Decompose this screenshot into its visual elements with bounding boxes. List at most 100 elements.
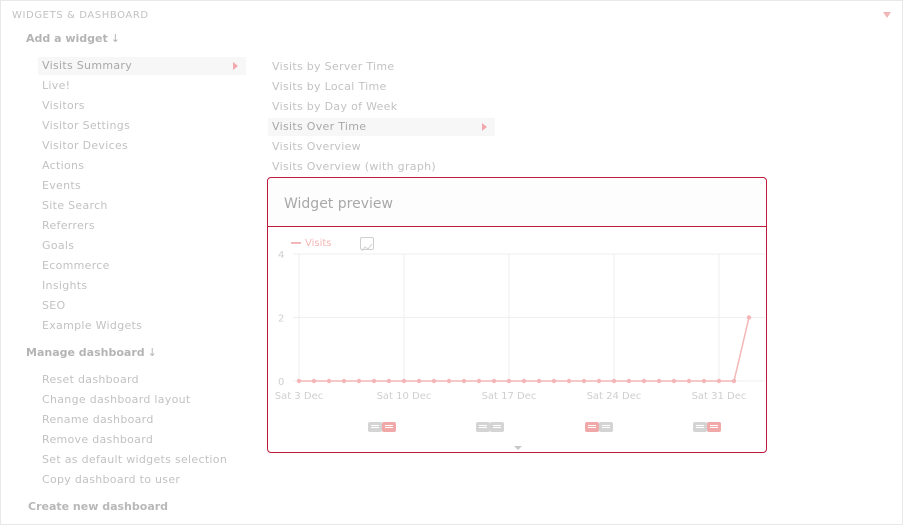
data-point bbox=[611, 378, 617, 384]
annotation-bubble-icon bbox=[585, 422, 599, 432]
bubble-lines bbox=[493, 425, 501, 426]
data-point bbox=[536, 378, 542, 384]
annotation-bubble-icon bbox=[476, 422, 490, 432]
manage-dashboard-item[interactable]: Remove dashboard bbox=[42, 433, 153, 446]
data-point bbox=[686, 378, 692, 384]
widget-item-label: Visits Overview (with graph) bbox=[272, 160, 436, 173]
bubble-lines bbox=[385, 425, 393, 426]
visits-chart: 0 2 4 Sat 3 Dec Sat 10 Dec Sat 17 Dec Sat 24 D… bbox=[275, 250, 765, 402]
annotation-icon[interactable] bbox=[476, 420, 508, 436]
widget-category-item[interactable]: Ecommerce bbox=[38, 257, 246, 275]
manage-dashboard-item[interactable]: Reset dashboard bbox=[42, 373, 139, 386]
data-point bbox=[386, 378, 392, 384]
expand-more-icon[interactable] bbox=[514, 446, 522, 450]
data-point bbox=[596, 378, 602, 384]
data-point bbox=[446, 378, 452, 384]
widget-category-label: Visits Summary bbox=[42, 59, 133, 72]
widget-category-label: Site Search bbox=[42, 199, 108, 212]
widget-item[interactable]: Visits by Day of Week bbox=[268, 98, 495, 116]
widget-category-item[interactable]: Referrers bbox=[38, 217, 246, 235]
data-point bbox=[296, 378, 302, 384]
widget-preview-title: Widget preview bbox=[284, 196, 393, 212]
data-point bbox=[416, 378, 422, 384]
x-tick-label: Sat 31 Dec bbox=[692, 391, 747, 402]
submenu-arrow-icon bbox=[482, 123, 487, 131]
widget-item-label: Visits by Server Time bbox=[272, 60, 395, 73]
widget-category-item[interactable]: Example Widgets bbox=[38, 317, 246, 335]
widget-category-item[interactable]: Visitors bbox=[38, 97, 246, 115]
widget-category-item[interactable]: Goals bbox=[38, 237, 246, 255]
annotation-icon[interactable] bbox=[693, 420, 725, 436]
manage-dashboard-item[interactable]: Set as default widgets selection bbox=[42, 453, 227, 466]
data-point bbox=[626, 378, 632, 384]
x-tick-label: Sat 10 Dec bbox=[377, 391, 432, 402]
widget-item[interactable]: Visits Overview (with graph) bbox=[268, 158, 495, 176]
data-point bbox=[356, 378, 362, 384]
widget-category-item[interactable]: Visits Summary bbox=[38, 57, 246, 75]
data-point bbox=[671, 378, 677, 384]
bubble-lines bbox=[710, 425, 718, 426]
widget-category-label: Ecommerce bbox=[42, 259, 110, 272]
collapse-arrow-icon[interactable] bbox=[883, 12, 891, 18]
submenu-arrow-icon bbox=[233, 62, 238, 70]
widget-item[interactable]: Visits Over Time bbox=[268, 118, 495, 136]
widget-category-item[interactable]: Visitor Devices bbox=[38, 137, 246, 155]
widget-category-item[interactable]: Site Search bbox=[38, 197, 246, 215]
widget-category-item[interactable]: Events bbox=[38, 177, 246, 195]
create-new-dashboard-link[interactable]: Create new dashboard bbox=[28, 500, 168, 513]
y-tick-label: 4 bbox=[278, 250, 284, 261]
data-point bbox=[401, 378, 407, 384]
widget-item-label: Visits Over Time bbox=[272, 120, 367, 133]
data-point bbox=[566, 378, 572, 384]
data-point bbox=[731, 378, 737, 384]
x-tick-label: Sat 24 Dec bbox=[587, 391, 642, 402]
data-point bbox=[716, 378, 722, 384]
data-point bbox=[506, 378, 512, 384]
data-point bbox=[581, 378, 587, 384]
widget-item-label: Visits by Day of Week bbox=[272, 100, 398, 113]
widget-item[interactable]: Visits by Server Time bbox=[268, 58, 495, 76]
manage-dashboard-item[interactable]: Copy dashboard to user bbox=[42, 473, 180, 486]
widget-category-item[interactable]: Visitor Settings bbox=[38, 117, 246, 135]
bubble-lines bbox=[602, 425, 610, 426]
annotation-bubble-icon bbox=[382, 422, 396, 432]
widget-item[interactable]: Visits Overview bbox=[268, 138, 495, 156]
annotations-row bbox=[268, 420, 768, 440]
manage-dashboard-item[interactable]: Change dashboard layout bbox=[42, 393, 191, 406]
bubble-lines bbox=[479, 425, 487, 426]
manage-dashboard-item[interactable]: Rename dashboard bbox=[42, 413, 154, 426]
annotation-bubble-icon bbox=[368, 422, 382, 432]
data-point bbox=[491, 378, 497, 384]
bubble-lines bbox=[371, 425, 379, 426]
widget-category-label: Referrers bbox=[42, 219, 95, 232]
data-point bbox=[746, 315, 752, 320]
widget-category-item[interactable]: Live! bbox=[38, 77, 246, 95]
bubble-lines bbox=[696, 425, 704, 426]
widget-item-label: Visits by Local Time bbox=[272, 80, 387, 93]
data-point bbox=[551, 378, 557, 384]
widget-category-label: Events bbox=[42, 179, 82, 192]
y-tick-label: 0 bbox=[278, 377, 284, 388]
widget-category-item[interactable]: SEO bbox=[38, 297, 246, 315]
widget-preview: Widget preview Visits 0 2 4 Sat 3 Dec Sat 10… bbox=[267, 177, 767, 453]
widget-item[interactable]: Visits by Local Time bbox=[268, 78, 495, 96]
annotation-icon[interactable] bbox=[585, 420, 617, 436]
annotation-icon[interactable] bbox=[368, 420, 400, 436]
data-point bbox=[431, 378, 437, 384]
widget-category-item[interactable]: Actions bbox=[38, 157, 246, 175]
y-tick-label: 2 bbox=[278, 314, 284, 325]
manage-dashboard-heading[interactable]: Manage dashboard ↓ bbox=[26, 346, 157, 359]
widgets-dashboard-panel: WIDGETS & DASHBOARD Add a widget ↓ Visits… bbox=[0, 0, 903, 525]
add-widget-heading[interactable]: Add a widget ↓ bbox=[26, 32, 120, 45]
widget-category-label: Visitor Devices bbox=[42, 139, 129, 152]
annotation-bubble-icon bbox=[599, 422, 613, 432]
widget-category-item[interactable]: Insights bbox=[38, 277, 246, 295]
data-point bbox=[461, 378, 467, 384]
data-point bbox=[476, 378, 482, 384]
data-point bbox=[371, 378, 377, 384]
widget-category-label: Visitor Settings bbox=[42, 119, 131, 132]
annotation-bubble-icon bbox=[707, 422, 721, 432]
data-point bbox=[701, 378, 707, 384]
widget-category-label: Visitors bbox=[42, 99, 85, 112]
x-tick-label: Sat 17 Dec bbox=[482, 391, 537, 402]
